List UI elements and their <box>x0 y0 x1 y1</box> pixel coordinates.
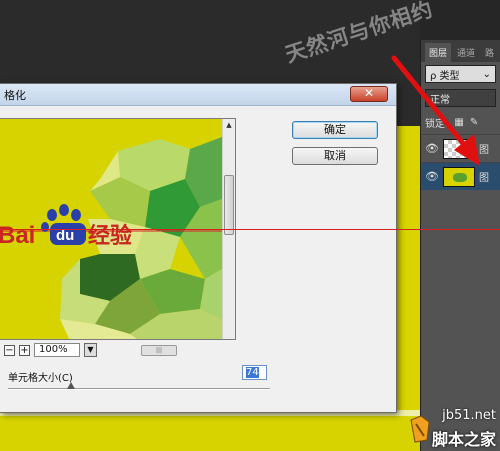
site-logo-icon <box>410 415 430 443</box>
cell-size-label: 单元格大小(C) <box>8 373 73 384</box>
cancel-button[interactable]: 取消 <box>292 147 378 165</box>
zoom-row: − + 100% ▼ ||| <box>4 342 236 358</box>
ok-button[interactable]: 确定 <box>292 121 378 139</box>
scroll-thumb[interactable] <box>224 175 234 235</box>
site-name: 脚本之家 <box>431 430 496 449</box>
zoom-out-button[interactable]: − <box>4 344 15 356</box>
site-url: jb51.net <box>442 408 496 423</box>
zoom-level-field[interactable]: 100% <box>34 343 80 357</box>
cell-size-slider-knob[interactable] <box>66 382 75 389</box>
dialog-title: 格化 <box>4 88 26 102</box>
cell-size-input[interactable]: 74 <box>242 365 267 380</box>
close-button[interactable]: ✕ <box>350 86 388 102</box>
preview-horizontal-scroll-thumb[interactable]: ||| <box>141 344 177 356</box>
guide-line <box>0 229 500 230</box>
scroll-up-icon[interactable]: ▲ <box>223 119 235 132</box>
cell-size-slider-track[interactable] <box>8 388 270 390</box>
crystallize-dialog: 格化 ✕ du Bai 经验 ▲ − + 100% ▼ ||| 确定 取消 单元… <box>0 83 397 413</box>
preview-logo-bai: Bai <box>0 222 35 249</box>
zoom-dropdown-icon[interactable]: ▼ <box>84 343 97 357</box>
red-arrow-icon <box>391 55 480 166</box>
cell-size-value: 74 <box>246 367 259 378</box>
preview-logo-text: 经验 <box>88 223 132 249</box>
zoom-in-button[interactable]: + <box>19 344 30 356</box>
site-watermark: jb51.net 脚本之家 <box>405 406 500 451</box>
dialog-titlebar[interactable]: 格化 <box>0 84 396 106</box>
